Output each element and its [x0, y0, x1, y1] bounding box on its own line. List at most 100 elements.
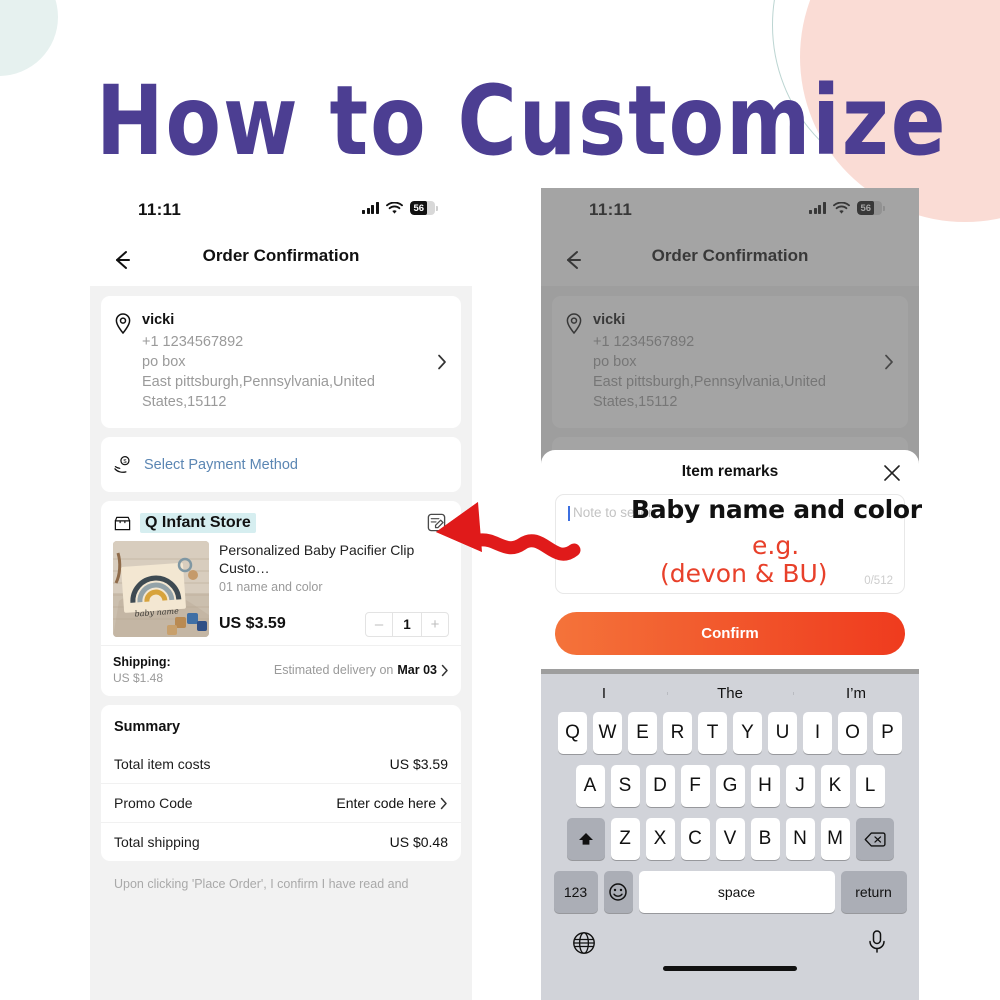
annotation-headline: Baby name and color — [631, 495, 922, 524]
keyboard-row-2: A S D F G H J K L — [541, 765, 919, 807]
shipping-label: Shipping: — [113, 655, 171, 669]
shipping-row[interactable]: Shipping: US $1.48 Estimated delivery on… — [101, 645, 461, 696]
key-c[interactable]: C — [680, 818, 710, 860]
backspace-icon[interactable] — [855, 818, 894, 860]
status-icons: 56 — [809, 201, 885, 215]
key-f[interactable]: F — [680, 765, 710, 807]
summary-value: US $3.59 — [389, 756, 448, 772]
payment-hand-coin-icon: $ — [114, 456, 130, 473]
shipping-price: US $1.48 — [113, 671, 164, 685]
emoji-smiley-icon[interactable] — [603, 871, 633, 913]
address-line2: East pittsburgh,Pennsylvania,United — [142, 374, 375, 390]
key-s[interactable]: S — [610, 765, 640, 807]
virtual-keyboard: I The I’m Q W E R T Y U I O P A S D F G … — [541, 674, 919, 1000]
summary-label: Total item costs — [114, 756, 211, 772]
confirm-button[interactable]: Confirm — [555, 612, 905, 655]
key-y[interactable]: Y — [733, 712, 762, 754]
key-l[interactable]: L — [855, 765, 885, 807]
delivery-prefix: Estimated delivery on — [273, 663, 394, 677]
key-z[interactable]: Z — [610, 818, 640, 860]
battery-icon: 56 — [410, 201, 438, 215]
key-d[interactable]: D — [645, 765, 675, 807]
numeric-keyboard-button[interactable]: 123 — [553, 871, 598, 913]
key-u[interactable]: U — [768, 712, 797, 754]
phone-screen-right: 11:11 56 Order Confirmation vicki +1 123… — [541, 188, 919, 1000]
key-i[interactable]: I — [803, 712, 832, 754]
note-edit-icon[interactable] — [426, 512, 447, 533]
space-key[interactable]: space — [638, 871, 835, 913]
store-header[interactable]: Q Infant Store — [101, 501, 461, 539]
promo-code-value: Enter code here — [336, 795, 448, 811]
arrow-left-icon[interactable] — [105, 242, 141, 278]
summary-heading: Summary — [114, 719, 181, 735]
key-n[interactable]: N — [785, 818, 815, 860]
summary-label: Total shipping — [114, 834, 200, 850]
address-name: vicki — [142, 312, 175, 328]
promo-code-text: Enter code here — [336, 795, 436, 811]
status-time: 11:11 — [138, 200, 182, 219]
return-key[interactable]: return — [840, 871, 907, 913]
key-w[interactable]: W — [593, 712, 622, 754]
product-photo-rainbow-card: baby name — [113, 541, 209, 637]
delivery-estimate: Estimated delivery on Mar 03 — [274, 663, 449, 677]
key-m[interactable]: M — [820, 818, 850, 860]
key-g[interactable]: G — [715, 765, 745, 807]
wifi-icon — [833, 201, 850, 214]
store-name: Q Infant Store — [140, 513, 256, 533]
key-t[interactable]: T — [698, 712, 727, 754]
chevron-right-icon — [441, 664, 448, 676]
key-v[interactable]: V — [715, 818, 745, 860]
summary-row-promo-code[interactable]: Promo Code Enter code here — [101, 783, 461, 822]
keyboard-bottom-bar — [541, 924, 919, 980]
globe-icon[interactable] — [571, 930, 597, 956]
suggestion-1[interactable]: I — [541, 685, 667, 702]
delivery-date: Mar 03 — [397, 663, 437, 677]
status-time: 11:11 — [589, 200, 633, 219]
annotation-example-value: (devon & BU) — [660, 559, 828, 588]
address-line2: East pittsburgh,Pennsylvania,United — [593, 374, 826, 390]
key-o[interactable]: O — [838, 712, 867, 754]
summary-row-item-costs: Total item costs US $3.59 — [101, 745, 461, 783]
suggestion-3[interactable]: I’m — [793, 685, 919, 702]
address-line1: po box — [142, 354, 186, 370]
cellular-signal-icon — [362, 202, 379, 214]
summary-card: Summary Total item costs US $3.59 Promo … — [101, 705, 461, 861]
select-payment-method-row[interactable]: $ Select Payment Method — [101, 437, 461, 492]
key-h[interactable]: H — [750, 765, 780, 807]
quantity-increase-button[interactable]: + — [422, 613, 448, 636]
product-title: Personalized Baby Pacifier Clip Custo… — [219, 542, 415, 576]
order-content: vicki +1 1234567892 po box East pittsbur… — [90, 286, 472, 1000]
arrow-left-icon[interactable] — [556, 242, 592, 278]
address-card[interactable]: vicki +1 1234567892 po box East pittsbur… — [552, 296, 908, 428]
order-item-row[interactable]: baby name Personalized Baby Pacifier Cli… — [101, 539, 461, 645]
keyboard-row-3: Z X C V B N M — [541, 818, 919, 860]
suggestion-2[interactable]: The — [667, 685, 793, 702]
store-card: Q Infant Store baby name Personalized Ba… — [101, 501, 461, 696]
quantity-decrease-button[interactable]: – — [366, 613, 392, 636]
address-line3: States,15112 — [142, 394, 227, 410]
key-b[interactable]: B — [750, 818, 780, 860]
summary-label: Promo Code — [114, 795, 193, 811]
decorative-mint-circle — [0, 0, 58, 76]
shift-up-icon[interactable] — [566, 818, 605, 860]
key-q[interactable]: Q — [558, 712, 587, 754]
character-counter: 0/512 — [864, 575, 893, 587]
key-k[interactable]: K — [820, 765, 850, 807]
microphone-icon[interactable] — [865, 928, 889, 956]
address-card[interactable]: vicki +1 1234567892 po box East pittsbur… — [101, 296, 461, 428]
close-x-icon[interactable] — [881, 462, 903, 484]
address-name: vicki — [593, 312, 626, 328]
key-j[interactable]: J — [785, 765, 815, 807]
quantity-stepper[interactable]: – 1 + — [365, 612, 449, 637]
status-bar: 11:11 56 — [90, 188, 472, 236]
key-e[interactable]: E — [628, 712, 657, 754]
key-x[interactable]: X — [645, 818, 675, 860]
key-p[interactable]: P — [873, 712, 902, 754]
cellular-signal-icon — [809, 202, 826, 214]
product-price: US $3.59 — [219, 615, 286, 632]
quantity-value[interactable]: 1 — [392, 613, 422, 636]
page-title: How to Customize — [96, 65, 948, 178]
modal-header: Item remarks — [555, 460, 905, 488]
key-a[interactable]: A — [575, 765, 605, 807]
key-r[interactable]: R — [663, 712, 692, 754]
